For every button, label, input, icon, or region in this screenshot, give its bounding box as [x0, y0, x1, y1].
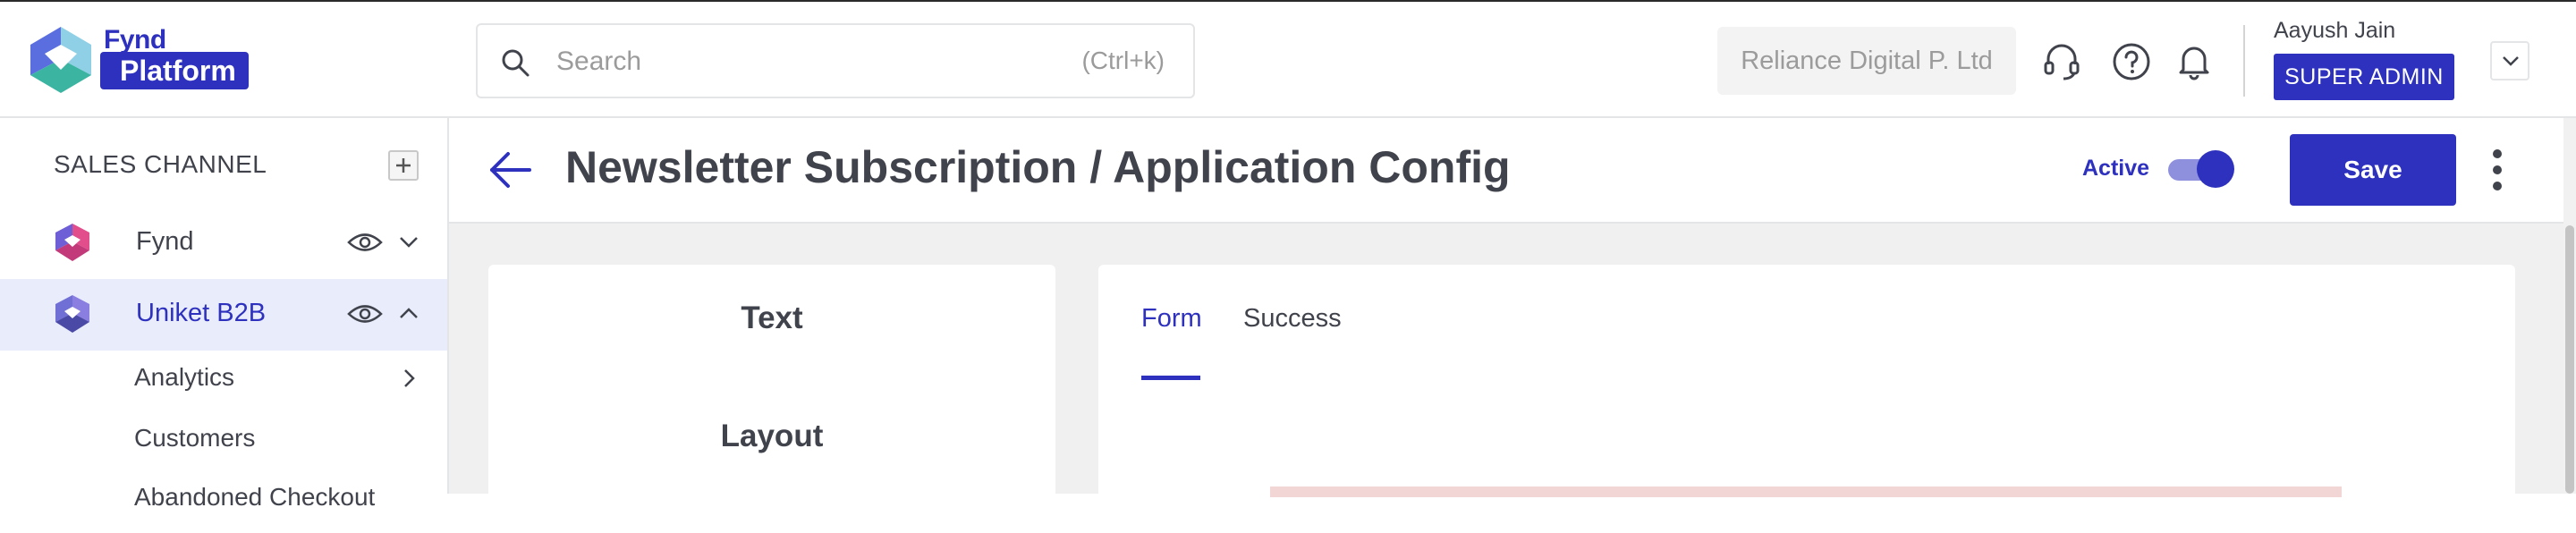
support-headset-icon[interactable] — [2041, 41, 2082, 82]
panel-section-layout[interactable]: Layout — [488, 419, 1055, 454]
fynd-platform-logo[interactable]: Fynd Platform — [25, 23, 267, 95]
sidebar: SALES CHANNEL Fynd Uniket B2B Analytics … — [0, 118, 449, 511]
page-title: Newsletter Subscription / Application Co… — [565, 142, 1511, 192]
logo-text-fynd: Fynd — [104, 25, 166, 55]
panel-section-text[interactable]: Text — [488, 300, 1055, 336]
sidebar-title: SALES CHANNEL — [54, 150, 267, 178]
uniket-channel-logo-icon — [55, 295, 89, 333]
chevron-down-icon — [2503, 56, 2519, 66]
eye-icon[interactable] — [347, 300, 383, 327]
fynd-channel-logo-icon — [55, 224, 89, 261]
user-menu-toggle[interactable] — [2490, 41, 2529, 80]
scrollbar-thumb[interactable] — [2565, 225, 2574, 494]
back-arrow-icon[interactable] — [488, 150, 533, 190]
channel-label: Fynd — [136, 227, 194, 256]
sidebar-item-abandoned-checkout[interactable]: Abandoned Checkout — [134, 483, 375, 512]
add-sales-channel-button[interactable] — [388, 150, 419, 181]
user-role-badge: SUPER ADMIN — [2274, 54, 2454, 100]
eye-icon[interactable] — [347, 229, 383, 256]
preview-panel: Form Success — [1098, 265, 2515, 533]
search-input[interactable] — [555, 41, 1020, 82]
settings-panel: Text Layout — [488, 265, 1055, 533]
logo-text-platform: Platform — [100, 52, 249, 89]
sidebar-channel-uniket-b2b[interactable]: Uniket B2B — [0, 279, 447, 351]
active-toggle[interactable] — [2168, 150, 2234, 188]
page-scrollbar[interactable] — [2563, 118, 2576, 494]
form-preview — [1270, 486, 2342, 497]
status-label: Active — [2082, 156, 2150, 181]
plus-icon — [396, 158, 411, 173]
channel-label: Uniket B2B — [136, 299, 267, 327]
tab-success[interactable]: Success — [1243, 304, 1342, 334]
notification-bell-icon[interactable] — [2174, 41, 2215, 82]
header-divider — [2243, 25, 2245, 97]
top-header: Fynd Platform (Ctrl+k) Reliance Digital … — [0, 0, 2576, 118]
company-selector[interactable]: Reliance Digital P. Ltd — [1717, 27, 2016, 95]
tab-form[interactable]: Form — [1141, 304, 1202, 334]
chevron-down-icon[interactable] — [397, 231, 420, 254]
search-shortcut-hint: (Ctrl+k) — [1081, 47, 1165, 74]
fynd-logo-icon — [30, 27, 91, 93]
help-icon[interactable] — [2111, 41, 2152, 82]
page-header: Newsletter Subscription / Application Co… — [449, 118, 2565, 224]
user-name: Aayush Jain — [2274, 18, 2396, 43]
chevron-up-icon[interactable] — [397, 302, 420, 326]
sidebar-item-customers[interactable]: Customers — [134, 424, 255, 453]
sidebar-channel-fynd[interactable]: Fynd — [0, 207, 447, 279]
save-button[interactable]: Save — [2290, 134, 2456, 206]
active-tab-indicator — [1141, 376, 1200, 380]
search-icon — [502, 49, 530, 77]
global-search[interactable]: (Ctrl+k) — [476, 23, 1195, 98]
more-options-icon[interactable] — [2490, 148, 2504, 191]
main-content: Text Layout Form Success — [449, 224, 2565, 533]
sidebar-item-analytics[interactable]: Analytics — [134, 363, 234, 392]
chevron-right-icon[interactable] — [397, 367, 420, 390]
toggle-knob — [2197, 150, 2234, 188]
